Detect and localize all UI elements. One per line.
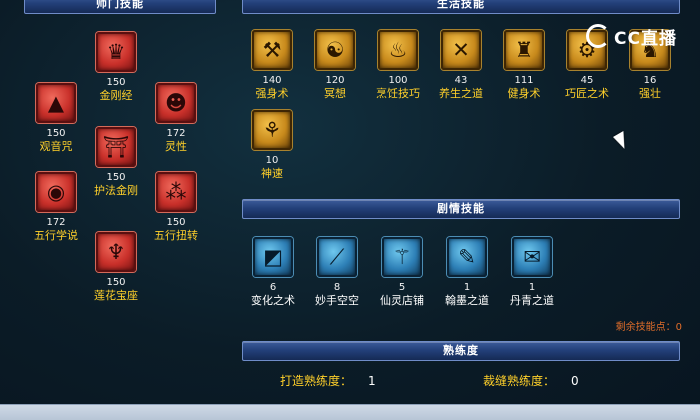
skill-name: 翰墨之道 — [445, 294, 489, 307]
skill-name: 莲花宝座 — [94, 289, 138, 302]
sect-skill-hufajingang[interactable]: ⛩ 150 护法金刚 — [86, 127, 146, 198]
sect-skill-wuxingxueshuo[interactable]: ◉ 172 五行学说 — [26, 172, 86, 243]
cooking-icon: ♨ — [378, 30, 418, 70]
skill-name: 灵性 — [165, 140, 187, 153]
story-skill-miaoshoukongkong[interactable]: ⟋ 8 妙手空空 — [307, 237, 367, 308]
skill-level: 1 — [528, 282, 536, 293]
fairy-shop-icon: ⚚ — [382, 237, 422, 277]
guardian-gate-icon: ⛩ — [96, 127, 136, 167]
skill-level: 6 — [269, 282, 277, 293]
skill-level: 43 — [454, 75, 468, 86]
skill-level: 8 — [333, 282, 341, 293]
skill-name: 五行扭转 — [154, 229, 198, 242]
skill-name: 强壮 — [639, 87, 661, 100]
skill-level: 172 — [46, 217, 66, 228]
life-skill-yangshengzhidao[interactable]: ✕ 43 养生之道 — [431, 30, 491, 101]
fortify-body-icon: ⚒ — [252, 30, 292, 70]
skill-level: 10 — [265, 155, 279, 166]
skill-name: 养生之道 — [439, 87, 483, 100]
skill-level: 120 — [325, 75, 345, 86]
skill-name: 仙灵店铺 — [380, 294, 424, 307]
remaining-skill-points: 剩余技能点：0 — [616, 318, 682, 333]
health-cultivation-icon: ✕ — [441, 30, 481, 70]
cc-logo-icon — [586, 24, 610, 48]
lotus-throne-icon: ♆ — [96, 232, 136, 272]
life-skill-mingxiang[interactable]: ☯ 120 冥想 — [305, 30, 365, 101]
skill-level: 111 — [514, 75, 534, 86]
story-skill-bianhuazhishu[interactable]: ◩ 6 变化之术 — [243, 237, 303, 308]
skill-level: 150 — [46, 128, 66, 139]
forging-proficiency-label: 打造熟练度： — [280, 374, 353, 388]
skill-name: 神速 — [261, 167, 283, 180]
skill-level: 140 — [262, 75, 282, 86]
fitness-icon: ♜ — [504, 30, 544, 70]
remaining-points-value: 0 — [675, 322, 682, 333]
bottom-window-edge — [0, 404, 700, 420]
story-skill-xianlingdianpu[interactable]: ⚚ 5 仙灵店铺 — [372, 237, 432, 308]
life-skill-pengrenjiqiao[interactable]: ♨ 100 烹饪技巧 — [368, 30, 428, 101]
sect-skills-header: 师门技能 — [24, 0, 216, 14]
tailoring-proficiency-value: 0 — [571, 374, 579, 388]
meditation-icon: ☯ — [315, 30, 355, 70]
skill-level: 150 — [106, 172, 126, 183]
life-skill-qiangshenshu[interactable]: ⚒ 140 强身术 — [242, 30, 302, 101]
skill-name: 护法金刚 — [94, 184, 138, 197]
transformation-icon: ◩ — [253, 237, 293, 277]
skill-level: 100 — [388, 75, 408, 86]
forging-proficiency-value: 1 — [368, 374, 376, 388]
skill-name: 妙手空空 — [315, 294, 359, 307]
stupa-crown-icon: ♛ — [96, 32, 136, 72]
remaining-points-label: 剩余技能点： — [615, 322, 676, 333]
life-skills-header: 生活技能 — [242, 0, 680, 14]
cc-live-watermark: CC直播 — [586, 22, 677, 50]
skill-name: 五行学说 — [34, 229, 78, 242]
skill-level: 150 — [106, 77, 126, 88]
life-skill-shensu[interactable]: ⚘ 10 神速 — [242, 110, 302, 181]
skill-level: 150 — [166, 217, 186, 228]
tailoring-proficiency-label: 裁缝熟练度： — [483, 374, 556, 388]
skills-panel: { "sections": { "sect": "师门技能", "life": … — [0, 0, 700, 420]
proficiency-header: 熟练度 — [242, 341, 680, 361]
story-skill-danqingzhidao[interactable]: ✉ 1 丹青之道 — [502, 237, 562, 308]
skill-name: 巧匠之术 — [565, 87, 609, 100]
skill-level: 16 — [643, 75, 657, 86]
skill-level: 5 — [398, 282, 406, 293]
skill-name: 变化之术 — [251, 294, 295, 307]
sect-skill-lingxing[interactable]: ☻ 172 灵性 — [146, 83, 206, 154]
pagoda-icon: ▲ — [36, 83, 76, 123]
story-skills-header: 剧情技能 — [242, 199, 680, 219]
skill-name: 健身术 — [507, 87, 541, 100]
skill-level: 1 — [463, 282, 471, 293]
pickpocket-icon: ⟋ — [317, 237, 357, 277]
swiftness-icon: ⚘ — [252, 110, 292, 150]
ink-brush-icon: ✎ — [447, 237, 487, 277]
five-elements-circle-icon: ◉ — [36, 172, 76, 212]
skill-name: 观音咒 — [39, 140, 73, 153]
sect-skill-jingangjing[interactable]: ♛ 150 金刚经 — [86, 32, 146, 103]
sect-skill-wuxingniuzhuan[interactable]: ⁂ 150 五行扭转 — [146, 172, 206, 243]
painting-scroll-icon: ✉ — [512, 237, 552, 277]
tailoring-proficiency: 裁缝熟练度： 0 — [483, 372, 579, 389]
skill-level: 150 — [106, 277, 126, 288]
skill-name: 烹饪技巧 — [376, 87, 420, 100]
five-elements-dots-icon: ⁂ — [156, 172, 196, 212]
skill-name: 金刚经 — [99, 89, 133, 102]
skill-name: 强身术 — [255, 87, 289, 100]
forging-proficiency: 打造熟练度： 1 — [280, 372, 376, 389]
skill-level: 172 — [166, 128, 186, 139]
skill-level: 45 — [580, 75, 594, 86]
skill-name: 丹青之道 — [510, 294, 554, 307]
sect-skill-lianhuabaozuo[interactable]: ♆ 150 莲花宝座 — [86, 232, 146, 303]
buddha-head-icon: ☻ — [156, 83, 196, 123]
story-skill-hanmozhidao[interactable]: ✎ 1 翰墨之道 — [437, 237, 497, 308]
skill-name: 冥想 — [324, 87, 346, 100]
watermark-text: CC直播 — [614, 28, 677, 49]
life-skill-jianshenshu[interactable]: ♜ 111 健身术 — [494, 30, 554, 101]
sect-skill-guanyinzhou[interactable]: ▲ 150 观音咒 — [26, 83, 86, 154]
mouse-cursor-icon — [613, 131, 632, 151]
